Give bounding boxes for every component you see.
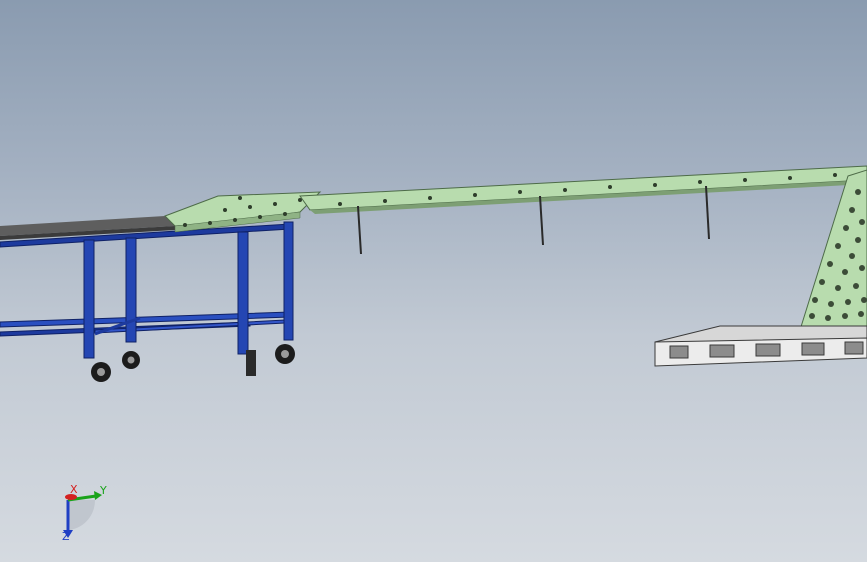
x-axis-label: X — [70, 483, 78, 496]
pallet[interactable] — [654, 325, 867, 367]
inclined-roller-ramp[interactable] — [799, 169, 867, 331]
caster-wheels[interactable] — [91, 344, 295, 382]
blue-frame[interactable] — [0, 221, 294, 359]
cad-graphics-viewport[interactable]: X Y Z — [0, 0, 867, 562]
conveyor-beam[interactable] — [299, 165, 867, 214]
y-axis-label: Y — [100, 484, 107, 497]
triad-plane-shading — [68, 500, 96, 530]
3d-assembly-model[interactable] — [0, 0, 867, 562]
z-axis-label: Z — [62, 530, 70, 543]
roller-table-top[interactable] — [164, 191, 322, 233]
orientation-triad[interactable]: X Y Z — [40, 478, 120, 548]
